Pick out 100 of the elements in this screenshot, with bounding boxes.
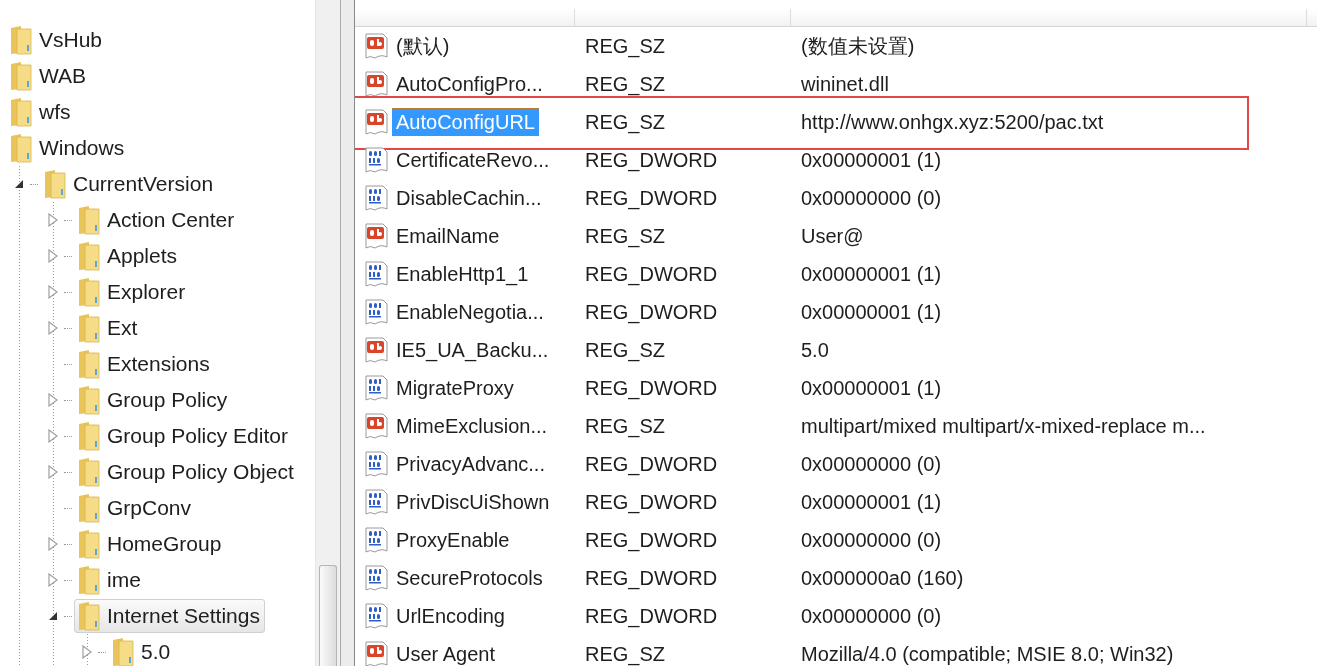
folder-icon — [77, 241, 101, 271]
value-data: 0x000000a0 (160) — [800, 567, 964, 589]
value-data: 0x00000001 (1) — [800, 377, 942, 399]
expand-arrow-icon[interactable] — [48, 213, 58, 227]
folder-icon — [77, 565, 101, 595]
tree-item[interactable]: Group Policy — [74, 383, 233, 417]
value-data: 0x00000001 (1) — [800, 149, 942, 171]
value-data: wininet.dll — [800, 73, 889, 95]
value-name[interactable]: AutoConfigPro... — [392, 70, 547, 98]
string-value-icon — [363, 32, 389, 60]
value-type: REG_DWORD — [584, 567, 719, 589]
expand-arrow-icon[interactable] — [48, 573, 58, 587]
folder-icon — [111, 637, 135, 666]
value-type: REG_SZ — [584, 415, 667, 437]
collapse-arrow-icon[interactable] — [48, 611, 58, 621]
value-name[interactable]: EnableHttp1_1 — [392, 260, 533, 288]
value-data: http://www.onhgx.xyz:5200/pac.txt — [800, 111, 1104, 133]
value-data: (数值未设置) — [800, 35, 915, 57]
value-type: REG_DWORD — [584, 491, 719, 513]
value-type: REG_SZ — [584, 35, 667, 57]
value-type: REG_DWORD — [584, 377, 719, 399]
value-data: 5.0 — [800, 339, 829, 361]
expand-arrow-icon[interactable] — [48, 249, 58, 263]
folder-icon — [77, 421, 101, 451]
expand-arrow-icon[interactable] — [48, 537, 58, 551]
value-type: REG_SZ — [584, 339, 667, 361]
tree-item[interactable]: wfs — [6, 95, 76, 129]
expand-arrow-icon[interactable] — [48, 393, 58, 407]
string-value-icon — [363, 70, 389, 98]
tree-item[interactable]: GrpConv — [74, 491, 197, 525]
value-name[interactable]: PrivacyAdvanc... — [392, 450, 549, 478]
folder-icon — [77, 457, 101, 487]
tree-item[interactable]: WAB — [6, 59, 92, 93]
tree-item[interactable]: Extensions — [74, 347, 215, 381]
tree-item[interactable]: VsHub — [6, 23, 108, 57]
tree-item[interactable]: Windows — [6, 131, 130, 165]
folder-icon — [77, 349, 101, 379]
value-type: REG_DWORD — [584, 529, 719, 551]
value-data: 0x00000000 (0) — [800, 453, 942, 475]
folder-icon — [77, 277, 101, 307]
string-value-icon — [363, 336, 389, 364]
value-type: REG_SZ — [584, 111, 667, 133]
scrollbar-thumb[interactable] — [319, 565, 338, 666]
value-name[interactable]: UrlEncoding — [392, 602, 509, 630]
string-value-icon — [363, 412, 389, 440]
value-data: User@ — [800, 225, 864, 247]
collapse-arrow-icon[interactable] — [14, 179, 24, 189]
binary-value-icon — [363, 450, 389, 478]
tree-item[interactable]: Internet Settings — [74, 599, 265, 633]
value-type: REG_SZ — [584, 73, 667, 95]
value-name[interactable]: EmailName — [392, 222, 504, 250]
value-type: REG_DWORD — [584, 453, 719, 475]
tree-item[interactable]: Applets — [74, 239, 183, 273]
scrollbar[interactable] — [315, 0, 341, 666]
value-name[interactable]: MimeExclusion... — [392, 412, 552, 440]
value-type: REG_SZ — [584, 225, 667, 247]
tree-item[interactable]: HomeGroup — [74, 527, 227, 561]
tree-item[interactable]: Explorer — [74, 275, 191, 309]
value-type: REG_DWORD — [584, 301, 719, 323]
folder-icon — [77, 601, 101, 631]
expand-arrow-icon[interactable] — [48, 321, 58, 335]
folder-icon — [77, 385, 101, 415]
string-value-icon — [363, 640, 389, 666]
folder-icon — [9, 97, 33, 127]
binary-value-icon — [363, 260, 389, 288]
binary-value-icon — [363, 488, 389, 516]
value-name[interactable]: MigrateProxy — [392, 374, 518, 402]
value-name[interactable]: User Agent — [392, 640, 499, 666]
folder-icon — [77, 529, 101, 559]
tree-item[interactable]: Action Center — [74, 203, 240, 237]
folder-icon — [9, 25, 33, 55]
tree-item[interactable]: Ext — [74, 311, 143, 345]
string-value-icon — [363, 108, 389, 136]
expand-arrow-icon[interactable] — [48, 285, 58, 299]
binary-value-icon — [363, 526, 389, 554]
folder-icon — [77, 205, 101, 235]
value-data: multipart/mixed multipart/x-mixed-replace m... — [800, 415, 1206, 437]
tree-item[interactable]: 5.0 — [108, 635, 176, 666]
tree-item[interactable]: Group Policy Object — [74, 455, 299, 489]
expand-arrow-icon[interactable] — [48, 429, 58, 443]
value-name[interactable]: DisableCachin... — [392, 184, 546, 212]
value-data: 0x00000000 (0) — [800, 529, 942, 551]
expand-arrow-icon[interactable] — [82, 645, 92, 659]
tree-item[interactable]: ime — [74, 563, 146, 597]
tree-item[interactable]: Group Policy Editor — [74, 419, 293, 453]
string-value-icon — [363, 222, 389, 250]
value-name[interactable]: (默认) — [392, 32, 454, 60]
binary-value-icon — [363, 374, 389, 402]
value-name[interactable]: ProxyEnable — [392, 526, 514, 554]
value-name[interactable]: PrivDiscUiShown — [392, 488, 554, 516]
value-name[interactable]: CertificateRevo... — [392, 146, 554, 174]
expand-arrow-icon[interactable] — [48, 465, 58, 479]
value-name[interactable]: EnableNegotia... — [392, 298, 548, 326]
splitter[interactable] — [340, 0, 355, 666]
tree-item[interactable]: CurrentVersion — [40, 167, 219, 201]
folder-icon — [9, 61, 33, 91]
value-name[interactable]: IE5_UA_Backu... — [392, 336, 553, 364]
binary-value-icon — [363, 298, 389, 326]
value-type: REG_DWORD — [584, 187, 719, 209]
value-name[interactable]: SecureProtocols — [392, 564, 547, 592]
